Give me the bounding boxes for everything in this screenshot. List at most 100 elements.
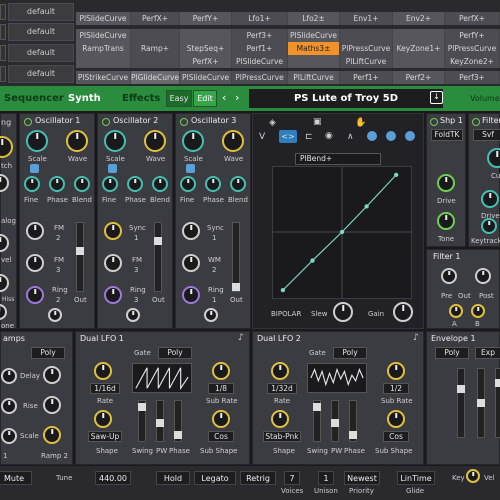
matrix-cell[interactable]: PlStrikeCurve <box>76 71 131 84</box>
matrix-cell[interactable]: KeyZone1+ <box>393 42 445 55</box>
phase-knob[interactable] <box>205 176 221 192</box>
edit-button[interactable]: Edit <box>193 90 217 107</box>
knob[interactable] <box>126 308 140 322</box>
slot-name[interactable]: default <box>8 65 74 83</box>
blend-knob[interactable] <box>74 176 90 192</box>
phase-slider[interactable] <box>349 400 357 442</box>
glide-value[interactable]: LinTime <box>397 471 435 485</box>
pw-slider[interactable] <box>156 400 164 442</box>
voices-value[interactable]: 7 <box>284 471 300 485</box>
knob[interactable] <box>0 136 13 158</box>
unison-value[interactable]: 1 <box>318 471 334 485</box>
keyboard-icon[interactable] <box>30 164 39 173</box>
mute-button[interactable]: Mute <box>0 471 32 485</box>
tone-knob[interactable] <box>437 212 455 230</box>
matrix-cell[interactable]: PlSlideCurve <box>288 29 340 42</box>
matrix-slot[interactable]: default <box>0 2 76 22</box>
screen-icon[interactable]: ▣ <box>313 117 322 127</box>
lfo1-mode[interactable]: Poly <box>158 347 192 359</box>
scale-knob[interactable] <box>104 130 126 152</box>
sub-shape-value[interactable]: Cos <box>208 431 234 442</box>
sub-rate-knob[interactable] <box>387 362 405 380</box>
slider-thumb[interactable] <box>156 419 164 427</box>
step-icon[interactable]: ⊏ <box>305 132 313 142</box>
fm2-knob[interactable] <box>26 222 44 240</box>
rate-knob[interactable] <box>271 362 289 380</box>
power-icon[interactable] <box>102 118 110 126</box>
slot-3-icon[interactable] <box>405 131 415 141</box>
ring-knob[interactable] <box>182 286 200 304</box>
knob[interactable] <box>0 234 9 252</box>
matrix-cell[interactable] <box>180 29 232 42</box>
shape-value[interactable]: Stab-Pnk <box>263 431 301 442</box>
key-knob[interactable] <box>466 469 480 483</box>
save-preset-icon[interactable]: ↓ <box>430 91 443 104</box>
ring-knob[interactable] <box>104 286 122 304</box>
sub-rate-value[interactable]: 1/2 <box>383 383 409 394</box>
knob[interactable] <box>471 304 485 318</box>
knob[interactable] <box>0 174 9 192</box>
slider-thumb[interactable] <box>138 403 146 411</box>
phase-slider[interactable] <box>174 400 182 442</box>
fine-knob[interactable] <box>24 176 40 192</box>
matrix-cell[interactable]: PlPressCurve <box>232 71 288 84</box>
matrix-cell[interactable]: PerfX+ <box>445 12 500 25</box>
matrix-slot[interactable]: default <box>0 22 76 42</box>
matrix-cell[interactable]: Env1+ <box>340 12 393 25</box>
music-note-icon[interactable]: ♪ <box>413 333 419 343</box>
cutoff-knob[interactable] <box>487 148 500 168</box>
delay-knob[interactable] <box>43 366 61 384</box>
matrix-cell[interactable]: PlGlideCurve <box>131 71 180 84</box>
slider-thumb[interactable] <box>313 403 321 411</box>
chevron-down-icon[interactable]: V <box>259 132 265 142</box>
matrix-cell[interactable]: Perf2+ <box>393 71 445 84</box>
power-icon[interactable] <box>430 118 438 126</box>
dot-circle-icon[interactable]: ◉ <box>325 131 333 141</box>
shaper-mode[interactable]: FoldTK <box>431 129 463 141</box>
keyboard-icon[interactable] <box>108 164 117 173</box>
sync-knob[interactable] <box>182 222 200 240</box>
matrix-cell[interactable] <box>393 29 445 42</box>
preset-name[interactable]: PS Lute of Troy 5D <box>249 89 443 108</box>
matrix-cell[interactable]: RampTrans <box>76 42 131 55</box>
slider-thumb[interactable] <box>154 237 162 245</box>
tab-synth[interactable]: Synth <box>68 86 101 111</box>
keytrack-knob[interactable] <box>481 218 497 234</box>
next-preset-icon[interactable]: › <box>235 91 239 104</box>
power-icon[interactable] <box>472 118 480 126</box>
sub-shape-value[interactable]: Cos <box>383 431 409 442</box>
bidirectional-icon[interactable]: <> <box>279 130 297 143</box>
env-slider[interactable] <box>457 368 465 438</box>
diamond-icon[interactable]: ◈ <box>269 118 276 128</box>
knob[interactable] <box>475 268 491 284</box>
knob[interactable] <box>441 268 457 284</box>
sub-rate-value[interactable]: 1/8 <box>208 383 234 394</box>
drive-knob[interactable] <box>481 190 499 208</box>
matrix-cell[interactable]: PlSlideCurve <box>180 71 232 84</box>
easy-button[interactable]: Easy <box>166 90 192 107</box>
fine-knob[interactable] <box>102 176 118 192</box>
matrix-cell[interactable]: Perf1+ <box>340 71 393 84</box>
matrix-cell[interactable] <box>76 55 131 68</box>
priority-value[interactable]: Newest <box>344 471 380 485</box>
pw-slider[interactable] <box>331 400 339 442</box>
matrix-cell[interactable]: PlPressCurve <box>445 42 500 55</box>
slider-thumb[interactable] <box>76 247 84 255</box>
knob[interactable] <box>204 308 218 322</box>
bipolar-label[interactable]: BIPOLAR <box>271 310 301 318</box>
matrix-cell[interactable] <box>131 29 180 42</box>
wave-knob[interactable] <box>66 130 88 152</box>
sub-rate-knob[interactable] <box>212 362 230 380</box>
slider-thumb[interactable] <box>495 379 500 387</box>
rate-value[interactable]: 1/32d <box>267 383 297 394</box>
matrix-cell[interactable]: PlSlideCurve <box>76 29 131 42</box>
hold-button[interactable]: Hold <box>156 471 190 485</box>
lfo2-mode[interactable]: Poly <box>333 347 367 359</box>
knob[interactable] <box>0 304 7 320</box>
keyboard-icon[interactable] <box>186 164 195 173</box>
wave-knob[interactable] <box>222 130 244 152</box>
knob[interactable] <box>449 304 463 318</box>
sub-shape-knob[interactable] <box>387 410 405 428</box>
slot-2-icon[interactable] <box>386 131 396 141</box>
out-slider[interactable] <box>76 222 84 292</box>
